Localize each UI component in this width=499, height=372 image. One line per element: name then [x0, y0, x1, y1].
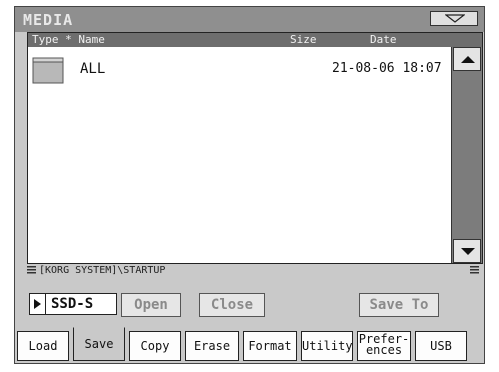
- device-row: SSD-S Open Close Save To: [27, 289, 483, 319]
- tab-usb[interactable]: USB: [415, 331, 467, 361]
- path-bar: [KORG SYSTEM]\STARTUP: [27, 265, 483, 277]
- tab-bar: Load Save Copy Erase Format Utility Pref…: [17, 327, 484, 363]
- scroll-up-button[interactable]: [453, 47, 481, 71]
- tab-format[interactable]: Format: [243, 331, 297, 361]
- tab-preferences[interactable]: Prefer- ences: [357, 331, 411, 361]
- arrow-up-icon: [461, 56, 475, 63]
- column-header-size[interactable]: Size: [290, 33, 317, 46]
- list-item-name: ALL: [80, 61, 106, 77]
- file-list: Type * Name Size Date ALL 21-08-06 18:07: [27, 32, 483, 264]
- list-item[interactable]: ALL 21-08-06 18:07: [28, 53, 451, 85]
- tab-load[interactable]: Load: [17, 331, 69, 361]
- file-list-header: Type * Name Size Date: [28, 33, 482, 47]
- save-to-button[interactable]: Save To: [359, 293, 439, 317]
- device-selector-arrow[interactable]: [30, 294, 46, 314]
- file-list-body: ALL 21-08-06 18:07: [28, 47, 451, 263]
- tab-copy[interactable]: Copy: [129, 331, 181, 361]
- list-item-date: 21-08-06 18:07: [332, 61, 442, 76]
- current-path: [KORG SYSTEM]\STARTUP: [39, 265, 166, 276]
- tab-preferences-line2: ences: [365, 343, 403, 357]
- scroll-down-button[interactable]: [453, 239, 481, 263]
- page-title: MEDIA: [23, 11, 74, 29]
- media-window: MEDIA Type * Name Size Date ALL 21-08-06…: [14, 6, 485, 364]
- arrow-down-icon: [461, 248, 475, 255]
- column-header-date[interactable]: Date: [370, 33, 397, 46]
- column-header-type-name[interactable]: Type * Name: [32, 33, 105, 46]
- list-icon: [470, 266, 479, 274]
- tab-erase[interactable]: Erase: [185, 331, 239, 361]
- title-bar: MEDIA: [15, 7, 484, 32]
- device-selector[interactable]: SSD-S: [29, 293, 117, 315]
- scrollbar[interactable]: [451, 47, 482, 263]
- tab-save[interactable]: Save: [73, 327, 125, 361]
- chevron-down-icon: [445, 14, 465, 23]
- open-button[interactable]: Open: [121, 293, 181, 317]
- folder-icon: [32, 57, 64, 84]
- device-label: SSD-S: [51, 296, 94, 312]
- tab-utility[interactable]: Utility: [301, 331, 353, 361]
- play-arrow-icon: [34, 299, 41, 309]
- close-button[interactable]: Close: [199, 293, 265, 317]
- list-icon: [27, 266, 36, 274]
- page-menu-button[interactable]: [430, 11, 478, 26]
